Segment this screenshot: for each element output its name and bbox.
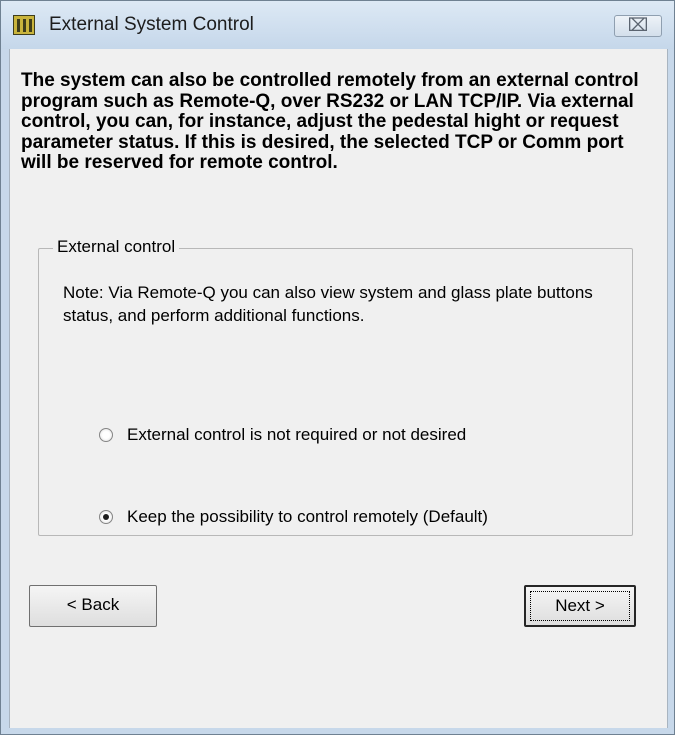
groupbox-label: External control bbox=[53, 237, 180, 257]
external-control-groupbox: External control Note: Via Remote-Q you … bbox=[38, 237, 633, 536]
close-button[interactable]: ⌧ bbox=[614, 15, 662, 37]
option-keep-remote[interactable]: Keep the possibility to control remotely… bbox=[99, 505, 488, 529]
back-button-label: < Back bbox=[66, 595, 120, 614]
app-icon[interactable] bbox=[13, 15, 35, 35]
option-label: Keep the possibility to control remotely… bbox=[127, 507, 488, 526]
window-title: External System Control bbox=[49, 14, 254, 35]
note-text: Note: Via Remote-Q you can also view sys… bbox=[63, 283, 593, 325]
option-not-required[interactable]: External control is not required or not … bbox=[99, 423, 466, 447]
radio-button[interactable] bbox=[99, 510, 113, 524]
option-label: External control is not required or not … bbox=[127, 425, 467, 444]
next-button[interactable]: Next > bbox=[524, 585, 636, 627]
intro-text: The system can also be controlled remote… bbox=[21, 70, 639, 173]
close-icon: ⌧ bbox=[627, 15, 649, 35]
dialog-window: External System Control ⌧ The system can… bbox=[0, 0, 675, 735]
next-button-label: Next > bbox=[555, 596, 605, 615]
radio-button[interactable] bbox=[99, 428, 113, 442]
back-button[interactable]: < Back bbox=[29, 585, 157, 627]
title-bar[interactable]: External System Control ⌧ bbox=[1, 1, 674, 49]
